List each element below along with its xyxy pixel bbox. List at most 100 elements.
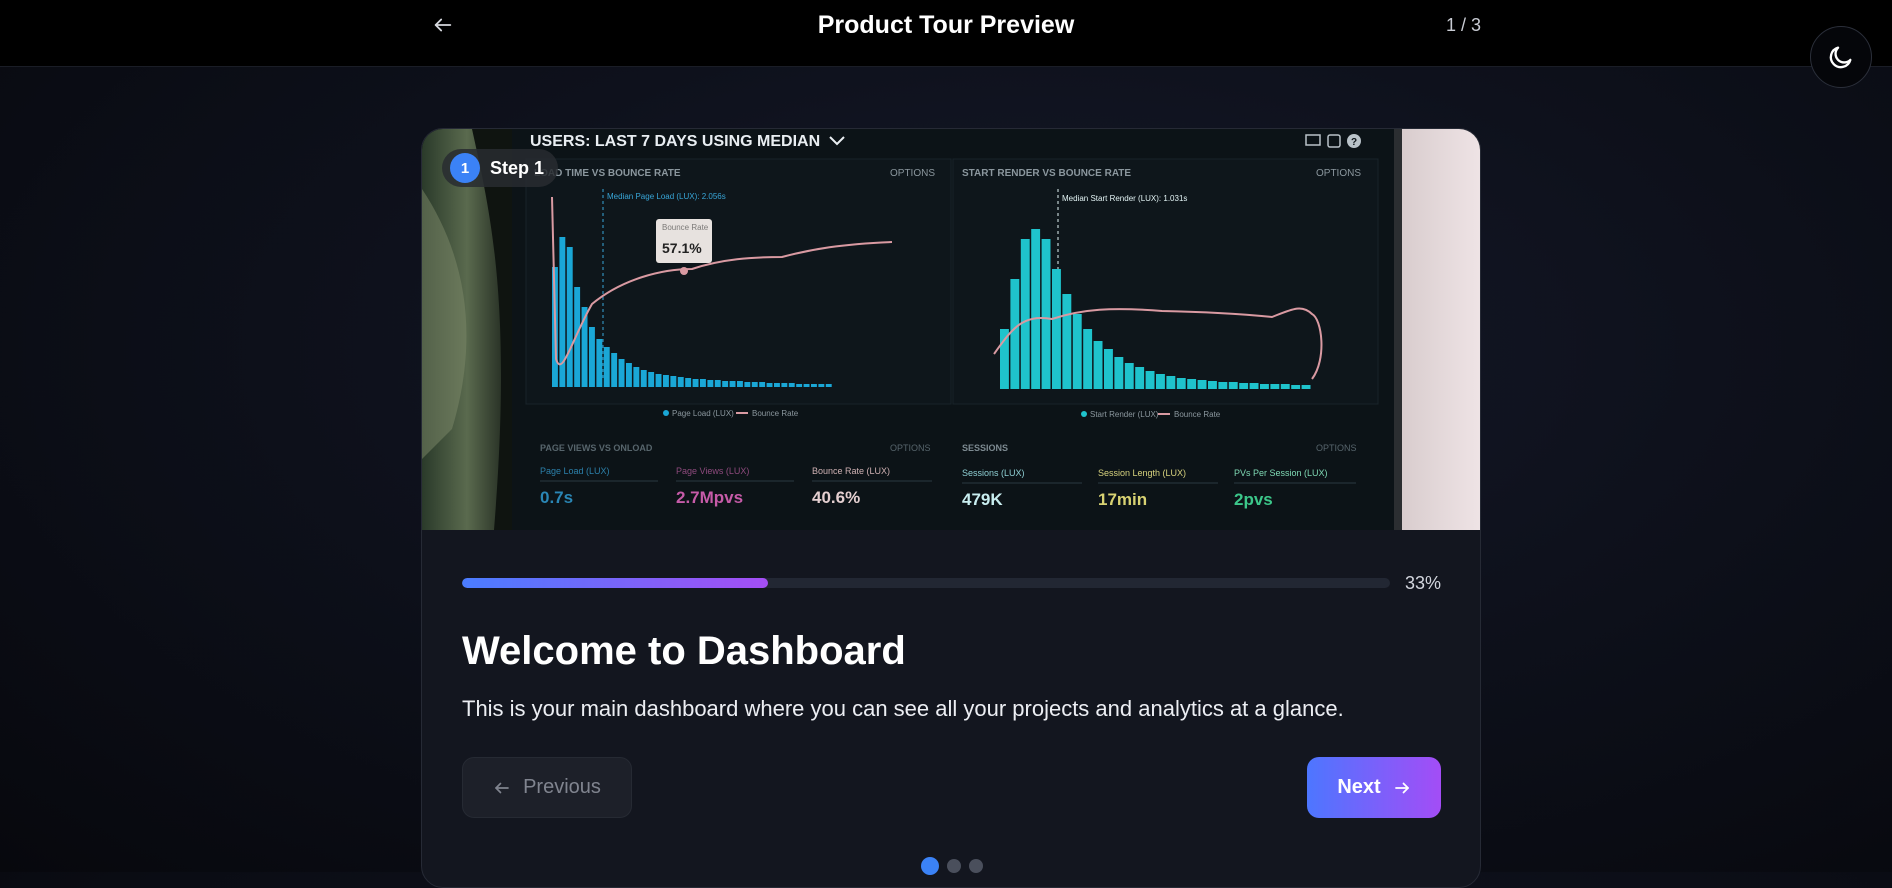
barsRight-bar-27 <box>1280 384 1290 389</box>
barsRight-bar-16 <box>1166 376 1176 389</box>
barsLeft-bar-16 <box>670 376 677 387</box>
barsRight-bar-29 <box>1301 385 1311 389</box>
barsRight-bar-17 <box>1176 378 1186 389</box>
barsLeft-bar-10 <box>626 363 632 387</box>
barsRight-bar-11 <box>1114 357 1124 389</box>
barsLeft-bar-30 <box>774 383 780 387</box>
theme-toggle-button[interactable] <box>1810 26 1872 88</box>
barsLeft-bar-25 <box>737 381 743 387</box>
arrow-right-icon <box>1394 782 1409 793</box>
panel-left-options: OPTIONS <box>890 168 935 179</box>
barsLeft-bar-15 <box>663 375 669 387</box>
step-badge: 1 Step 1 <box>442 149 559 187</box>
panel-right-legend-2: Bounce Rate <box>1174 410 1221 419</box>
arrow-left-icon <box>434 18 452 32</box>
arrow-left-icon <box>495 782 509 793</box>
barsRight-bar-28 <box>1291 385 1301 389</box>
tooltip-label: Bounce Rate <box>662 223 709 232</box>
panel-left-annotation: Median Page Load (LUX): 2.056s <box>607 192 726 201</box>
barsRight-bar-5 <box>1052 269 1061 389</box>
section-right-options: OPTIONS <box>1316 443 1357 453</box>
barsLeft-bar-7 <box>603 347 610 387</box>
step-dot-1[interactable] <box>921 857 939 875</box>
step-dot-2[interactable] <box>947 859 961 873</box>
moon-icon <box>1829 46 1852 69</box>
next-button[interactable]: Next <box>1307 757 1441 818</box>
progress-fill <box>462 578 769 588</box>
step-counter: 1 / 3 <box>1445 15 1481 35</box>
progress-bar <box>462 578 1390 588</box>
barsLeft-bar-28 <box>759 382 766 387</box>
tour-card: USERS: LAST 7 DAYS USING MEDIAN ? LOAD T… <box>421 128 1481 888</box>
barsLeft-bar-2 <box>566 247 573 387</box>
previous-label: Previous <box>523 776 601 798</box>
svg-text:?: ? <box>1351 137 1357 148</box>
barsRight-bar-20 <box>1208 381 1217 389</box>
panel-right-title: START RENDER VS BOUNCE RATE <box>962 168 1131 179</box>
metric-label-1-2: PVs Per Session (LUX) <box>1234 468 1328 478</box>
barsRight-bar-7 <box>1072 314 1082 389</box>
barsRight-bar-3 <box>1031 229 1041 389</box>
next-label: Next <box>1337 776 1381 798</box>
metric-label-0-2: Bounce Rate (LUX) <box>812 466 890 476</box>
barsRight-bar-26 <box>1270 384 1280 389</box>
step-label: Step 1 <box>490 157 545 178</box>
barsRight-bar-10 <box>1104 349 1113 389</box>
barsLeft-bar-21 <box>707 380 714 387</box>
barsLeft-bar-34 <box>803 384 810 387</box>
barsRight-bar-15 <box>1156 374 1165 389</box>
barsRight-bar-21 <box>1218 382 1228 389</box>
metric-value-0-2: 40.6% <box>812 488 860 507</box>
barsLeft-bar-35 <box>811 384 817 387</box>
back-button[interactable] <box>428 10 458 40</box>
barsLeft-bar-6 <box>596 339 603 387</box>
hero-image: USERS: LAST 7 DAYS USING MEDIAN ? LOAD T… <box>422 129 1480 530</box>
barsRight-bar-8 <box>1083 329 1093 389</box>
metric-label-0-1: Page Views (LUX) <box>676 466 749 476</box>
barsLeft-bar-18 <box>685 378 692 387</box>
metric-value-1-0: 479K <box>962 490 1003 509</box>
progress-percent: 33% <box>1405 573 1442 593</box>
barsRight-bar-13 <box>1135 367 1145 389</box>
barsLeft-bar-14 <box>655 374 662 387</box>
barsLeft-bar-31 <box>781 383 788 387</box>
barsRight-bar-12 <box>1124 363 1134 389</box>
barsRight-bar-9 <box>1093 341 1103 389</box>
metric-value-1-2: 2pvs <box>1234 490 1273 509</box>
step-dot-3[interactable] <box>969 859 983 873</box>
barsRight-bar-22 <box>1228 382 1238 389</box>
panel-left-legend-2: Bounce Rate <box>752 409 799 418</box>
barsRight-bar-6 <box>1062 294 1072 389</box>
metric-label-1-1: Session Length (LUX) <box>1098 468 1186 478</box>
barsLeft-bar-17 <box>677 377 684 387</box>
previous-button[interactable]: Previous <box>462 757 632 818</box>
barsLeft-bar-19 <box>692 379 699 387</box>
barsLeft-bar-33 <box>796 384 803 387</box>
step-title: Welcome to Dashboard <box>462 629 906 673</box>
metric-label-1-0: Sessions (LUX) <box>962 468 1025 478</box>
barsRight-bar-2 <box>1020 239 1030 389</box>
barsLeft-bar-32 <box>788 383 795 387</box>
section-left-options: OPTIONS <box>890 443 931 453</box>
step-description: This is your main dashboard where you ca… <box>462 696 1344 721</box>
page-title: Product Tour Preview <box>817 11 1075 39</box>
barsLeft-bar-29 <box>766 383 773 387</box>
barsRight-bar-14 <box>1145 371 1155 389</box>
step-number-badge: 1 <box>450 153 480 183</box>
barsLeft-bar-24 <box>729 381 736 387</box>
hero-heading: USERS: LAST 7 DAYS USING MEDIAN <box>530 133 820 150</box>
panel-right-legend-1: Start Render (LUX) <box>1090 410 1159 419</box>
barsRight-bar-24 <box>1249 383 1259 389</box>
panel-right-annotation: Median Start Render (LUX): 1.031s <box>1062 194 1187 203</box>
barsLeft-bar-9 <box>618 359 625 387</box>
section-left-title: PAGE VIEWS VS ONLOAD <box>540 443 653 453</box>
metric-value-0-0: 0.7s <box>540 488 573 507</box>
barsRight-bar-4 <box>1041 239 1051 389</box>
barsRight-bar-19 <box>1197 380 1207 389</box>
metric-label-0-0: Page Load (LUX) <box>540 466 610 476</box>
barsRight-bar-18 <box>1187 379 1197 389</box>
step-dots <box>422 857 1480 875</box>
barsLeft-bar-26 <box>744 382 751 387</box>
barsLeft-bar-12 <box>640 370 647 387</box>
barsLeft-bar-27 <box>751 382 758 387</box>
